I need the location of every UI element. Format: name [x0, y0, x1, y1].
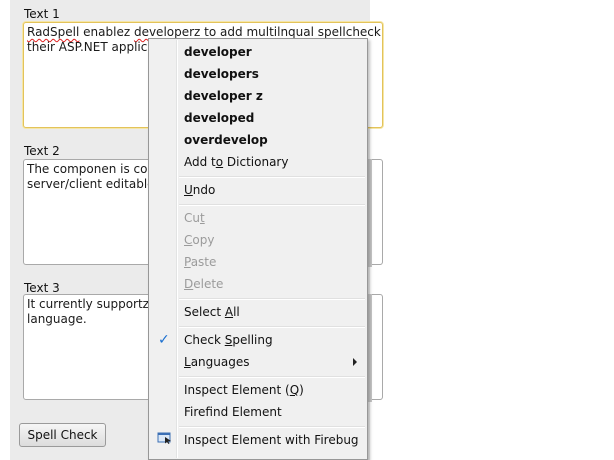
- suggestion-developers[interactable]: developers: [184, 64, 259, 84]
- accelerator-key: D: [184, 277, 194, 291]
- text-run: to add: [200, 25, 247, 39]
- misspelled-word[interactable]: multilnqual: [246, 25, 314, 39]
- menu-undo[interactable]: Undo: [184, 180, 215, 200]
- text1-label: Text 1: [24, 7, 60, 21]
- accelerator-key: t: [199, 211, 205, 225]
- menu-label: Inspect Element (: [184, 383, 290, 397]
- accelerator-key: Q: [289, 383, 300, 397]
- firebug-inspect-icon: [157, 432, 171, 444]
- menu-add-to-dictionary[interactable]: Add to Dictionary: [184, 152, 288, 172]
- menu-label: Dictionary: [223, 155, 289, 169]
- menu-label: elete: [193, 277, 224, 291]
- menu-inspect-element[interactable]: Inspect Element (Q): [184, 380, 304, 400]
- text-run: spellchecking: [317, 25, 382, 39]
- submenu-arrow-icon: [353, 358, 357, 366]
- misspelled-word[interactable]: developerz: [134, 25, 200, 39]
- menu-cut[interactable]: Cut: [184, 208, 205, 228]
- accelerator-key: o: [215, 155, 224, 169]
- menu-label: pelling: [232, 333, 273, 347]
- menu-delete[interactable]: Delete: [184, 274, 223, 294]
- menu-label: Check: [184, 333, 225, 347]
- menu-label: aste: [190, 255, 217, 269]
- suggestion-developer-z[interactable]: developer z: [184, 86, 263, 106]
- menu-copy[interactable]: Copy: [184, 230, 214, 250]
- menu-label: Cu: [184, 211, 200, 225]
- menu-label: anguages: [190, 355, 250, 369]
- menu-inspect-firebug[interactable]: Inspect Element with Firebug: [184, 430, 359, 450]
- menu-separator: [179, 176, 365, 178]
- suggestion-developed[interactable]: developed: [184, 108, 254, 128]
- menu-select-all[interactable]: Select All: [184, 302, 240, 322]
- menu-paste[interactable]: Paste: [184, 252, 216, 272]
- menu-label: Select: [184, 305, 225, 319]
- menu-languages[interactable]: Languages: [184, 352, 363, 372]
- suggestion-developer[interactable]: developer: [184, 42, 252, 62]
- misspelled-word[interactable]: RadSpell: [27, 25, 79, 39]
- menu-separator: [179, 376, 365, 378]
- menu-label: ): [299, 383, 304, 397]
- suggestion-overdevelop[interactable]: overdevelop: [184, 130, 268, 150]
- accelerator-key: P: [184, 255, 191, 269]
- menu-separator: [179, 326, 365, 328]
- menu-separator: [179, 426, 365, 428]
- accelerator-key: L: [184, 355, 191, 369]
- menu-label: ll: [233, 305, 240, 319]
- menu-label: Add t: [184, 155, 216, 169]
- accelerator-key: U: [184, 183, 193, 197]
- menu-check-spelling[interactable]: Check Spelling: [184, 330, 273, 350]
- check-mark-icon: ✓: [158, 332, 170, 348]
- menu-separator: [179, 204, 365, 206]
- menu-separator: [179, 298, 365, 300]
- menu-label: opy: [192, 233, 215, 247]
- spell-check-button[interactable]: Spell Check: [19, 423, 106, 447]
- menu-label: ndo: [192, 183, 216, 197]
- accelerator-key: A: [224, 305, 234, 319]
- context-menu: developer developers developer z develop…: [148, 38, 368, 460]
- text-run: enablez: [79, 25, 134, 39]
- page: Text 1 RadSpell enablez developerz to ad…: [0, 0, 614, 460]
- text2-label: Text 2: [24, 144, 60, 158]
- menu-gutter: [176, 40, 178, 458]
- text3-label: Text 3: [24, 281, 60, 295]
- menu-firefind-element[interactable]: Firefind Element: [184, 402, 282, 422]
